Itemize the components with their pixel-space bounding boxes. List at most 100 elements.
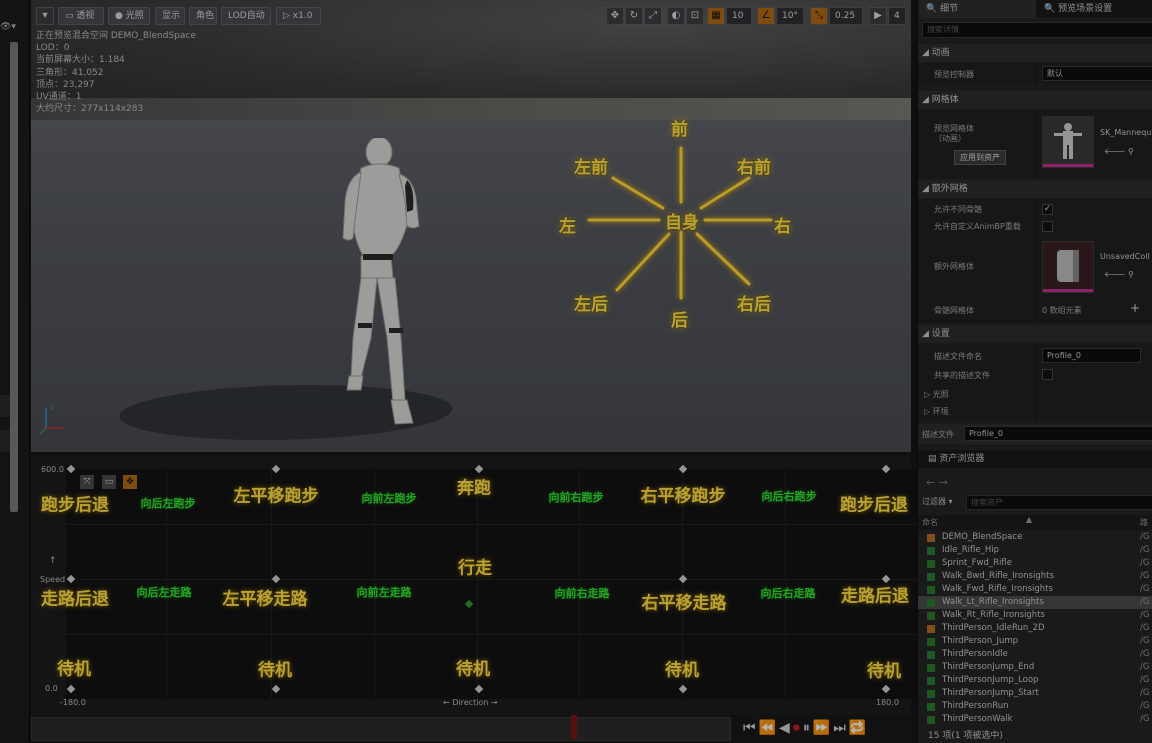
sample-point[interactable]: [271, 684, 281, 694]
preview-viewport[interactable]: ▾ ▭ 透视 ● 光照 显示 角色 LOD自动 ▷ x1.0 ✥ ↻ ⤢ ◐ ⊡…: [31, 0, 911, 452]
record-icon[interactable]: ⏺: [793, 720, 803, 736]
perspective-button[interactable]: ▭ 透视: [58, 7, 104, 25]
filter-button[interactable]: 过滤器 ▾: [922, 496, 953, 507]
camera-speed-value[interactable]: 4: [888, 7, 906, 25]
details-search-input[interactable]: 搜索详情: [922, 22, 1152, 38]
col-path[interactable]: 路: [1140, 515, 1148, 530]
list-item[interactable]: Walk_Rt_Rifle_Ironsights/G: [918, 609, 1152, 622]
grid-snap-icon[interactable]: ▦: [707, 7, 725, 25]
section-mesh[interactable]: ◢ 网格体: [918, 91, 1152, 109]
rotation-snap-icon[interactable]: ∠: [757, 7, 775, 25]
tab-details[interactable]: 🔍 细节: [918, 0, 1036, 18]
environment-group[interactable]: ▷ 环境: [924, 406, 949, 417]
lit-button[interactable]: ● 光照: [108, 7, 150, 25]
skip-start-icon[interactable]: ⏮: [743, 720, 759, 736]
scale-snap-icon[interactable]: ⤡: [810, 7, 828, 25]
mesh-thumbnail[interactable]: [1042, 116, 1094, 168]
camera-speed-icon[interactable]: ▶: [869, 7, 887, 25]
viewport-menu-icon[interactable]: ▾: [36, 7, 54, 25]
animation-names-icon[interactable]: ✥: [123, 475, 137, 489]
left-scrollbar[interactable]: [10, 42, 18, 512]
list-item[interactable]: DEMO_BlendSpace/G: [918, 531, 1152, 544]
profile-name-input[interactable]: Profile_0: [1042, 348, 1141, 363]
allow-custom-animbp-checkbox[interactable]: [1042, 221, 1053, 232]
playback-speed-label: x1.0: [292, 11, 313, 21]
list-item[interactable]: ThirdPersonWalk/G: [918, 713, 1152, 726]
surface-snap-icon[interactable]: ⊡: [686, 7, 704, 25]
fit-view-icon[interactable]: ⤧: [80, 475, 94, 489]
list-item[interactable]: Sprint_Fwd_Rifle/G: [918, 557, 1152, 570]
playback-speed-button[interactable]: ▷ x1.0: [276, 7, 321, 25]
triangulation-icon[interactable]: ▭: [102, 475, 116, 489]
character-button[interactable]: 角色: [189, 7, 217, 25]
tab-preview-scene[interactable]: 🔍 预览场景设置: [1036, 0, 1152, 18]
list-item[interactable]: Idle_Rifle_Hip/G: [918, 544, 1152, 557]
scale-icon[interactable]: ⤢: [644, 7, 662, 25]
list-item[interactable]: ThirdPersonJump_Loop/G: [918, 674, 1152, 687]
profile-select[interactable]: Profile_0: [964, 426, 1152, 441]
sample-point[interactable]: [881, 464, 891, 474]
left-panel-tab[interactable]: [0, 395, 10, 417]
col-name[interactable]: 命名: [922, 515, 938, 530]
eye-toggle-icon[interactable]: 👁▾: [0, 22, 22, 36]
mesh-asset-name[interactable]: SK_Mannequ: [1100, 128, 1151, 137]
extra-mesh-thumbnail[interactable]: [1042, 241, 1094, 293]
add-element-icon[interactable]: +: [1130, 301, 1140, 315]
sample-point[interactable]: [66, 574, 76, 584]
lod-button[interactable]: LOD自动: [221, 7, 271, 25]
arrow-right-icon[interactable]: →: [939, 476, 948, 489]
asset-browser-tab[interactable]: ▤ 资产浏览器: [918, 450, 1152, 468]
list-item[interactable]: ThirdPersonRun/G: [918, 700, 1152, 713]
shared-profile-checkbox[interactable]: [1042, 369, 1053, 380]
list-item[interactable]: ThirdPersonIdle/G: [918, 648, 1152, 661]
list-item[interactable]: ThirdPerson_IdleRun_2D/G: [918, 622, 1152, 635]
arrow-left-icon[interactable]: 🡐: [1104, 147, 1125, 156]
sample-point[interactable]: [271, 574, 281, 584]
sample-point[interactable]: [678, 684, 688, 694]
arrow-left-icon[interactable]: 🡐: [1104, 270, 1125, 279]
rotate-icon[interactable]: ↻: [625, 7, 643, 25]
apply-to-asset-button[interactable]: 应用到资产: [954, 150, 1006, 165]
skip-end-icon[interactable]: ⏭: [833, 720, 849, 736]
sample-point[interactable]: [66, 464, 76, 474]
search-icon[interactable]: ⚲: [1128, 147, 1134, 156]
animation-icon: [927, 638, 935, 646]
sample-point[interactable]: [678, 464, 688, 474]
search-icon[interactable]: ⚲: [1128, 270, 1134, 279]
list-item[interactable]: ThirdPersonJump_End/G: [918, 661, 1152, 674]
left-panel-tab[interactable]: [0, 430, 10, 452]
preview-point[interactable]: [464, 599, 474, 609]
list-item-selected[interactable]: Walk_Lt_Rifle_Ironsights/G: [918, 596, 1152, 609]
blendspace-graph[interactable]: ⤧ ▭ ✥ 跑步后退 向后左跑步 左平移跑步 向前左跑步 奔跑 向前右跑步 右平…: [41, 464, 940, 699]
list-item[interactable]: Walk_Fwd_Rifle_Ironsights/G: [918, 583, 1152, 596]
show-button[interactable]: 显示: [155, 7, 185, 25]
section-settings[interactable]: ◢ 设置: [918, 325, 1152, 343]
allow-diff-skeleton-checkbox[interactable]: ✓: [1042, 204, 1053, 215]
lighting-group[interactable]: ▷ 光照: [924, 389, 949, 400]
extra-mesh-asset-name[interactable]: UnsavedColl: [1100, 252, 1150, 261]
arrow-left-icon[interactable]: ←: [926, 476, 935, 489]
section-animation[interactable]: ◢ 动画: [918, 44, 1152, 62]
preview-controller-select[interactable]: 默认: [1042, 66, 1152, 81]
rotation-snap-value[interactable]: 10°: [776, 7, 804, 25]
sample-point[interactable]: [66, 684, 76, 694]
section-extra-mesh[interactable]: ◢ 额外网格: [918, 180, 1152, 198]
list-item[interactable]: Walk_Bwd_Rifle_Ironsights/G: [918, 570, 1152, 583]
sample-point[interactable]: [271, 464, 281, 474]
step-forward-icon[interactable]: ⏩: [813, 720, 833, 736]
pause-icon[interactable]: ⏸: [803, 720, 813, 736]
grid-snap-value[interactable]: 10: [726, 7, 752, 25]
play-reverse-icon[interactable]: ◀: [779, 720, 793, 736]
step-back-icon[interactable]: ⏪: [759, 720, 779, 736]
sample-point[interactable]: [678, 574, 688, 584]
timeline-track[interactable]: [31, 717, 731, 741]
list-item[interactable]: ThirdPersonJump_Start/G: [918, 687, 1152, 700]
scale-snap-value[interactable]: 0.25: [829, 7, 863, 25]
timeline-scrubber[interactable]: [571, 715, 577, 739]
loop-icon[interactable]: 🔁: [849, 720, 869, 736]
list-item[interactable]: ThirdPerson_Jump/G: [918, 635, 1152, 648]
sample-point[interactable]: [881, 684, 891, 694]
world-local-icon[interactable]: ◐: [667, 7, 685, 25]
asset-search-input[interactable]: 搜索资产: [966, 495, 1152, 510]
translate-icon[interactable]: ✥: [606, 7, 624, 25]
